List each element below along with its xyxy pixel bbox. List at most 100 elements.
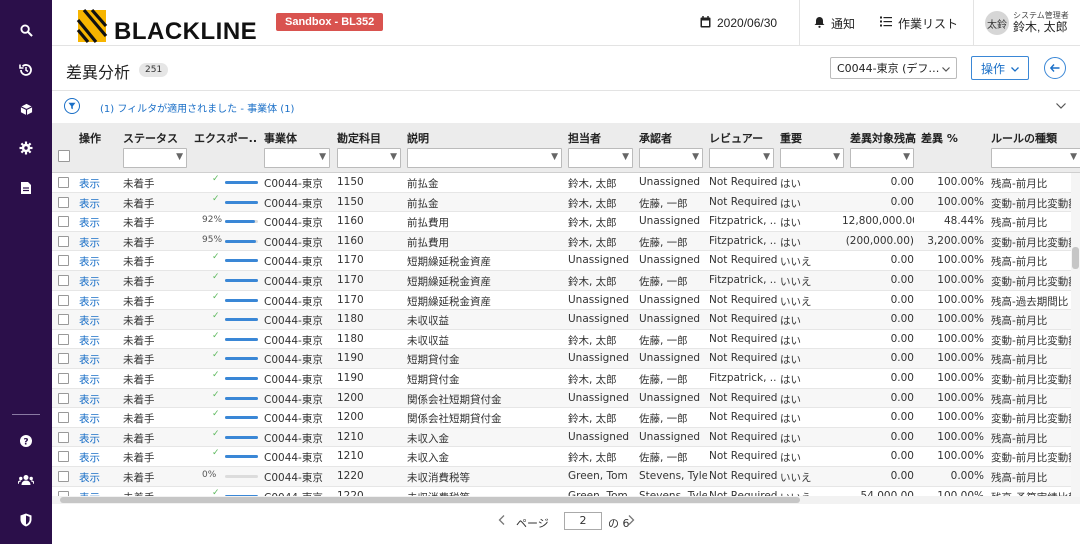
scrollbar-thumb[interactable] <box>1072 247 1079 269</box>
column-header-variance-pct[interactable]: 差異 % <box>921 130 958 146</box>
table-row[interactable]: 表示 未着手 C0044-東京 1160 前払費用 鈴木, 太郎 佐藤, 一郎 Fitzpat… <box>52 231 1080 252</box>
shield-icon[interactable] <box>0 508 52 532</box>
row-checkbox[interactable] <box>58 274 69 286</box>
user-menu[interactable]: 太鈴 システム管理者 鈴木, 太郎 <box>985 0 1069 46</box>
description-filter-input[interactable]: ▼ <box>407 148 562 168</box>
column-header-account[interactable]: 勘定科目 <box>337 130 381 146</box>
export-progress-bar <box>225 416 258 420</box>
task-list-button[interactable]: 作業リスト <box>880 0 958 46</box>
table-row[interactable]: 表示 未着手 C0044-東京 1190 短期貸付金 Unassigned Unassign… <box>52 349 1080 369</box>
horizontal-scrollbar[interactable] <box>52 496 1080 504</box>
search-icon[interactable] <box>0 18 52 42</box>
help-icon[interactable]: ? <box>0 429 52 453</box>
chevron-down-icon[interactable] <box>1056 99 1066 112</box>
approver-filter-input[interactable]: ▼ <box>639 148 703 168</box>
next-page-icon[interactable] <box>628 514 635 528</box>
page-number-input[interactable]: 2 <box>564 512 602 530</box>
view-link[interactable]: 表示 <box>79 196 119 211</box>
column-header-description[interactable]: 説明 <box>407 130 429 146</box>
row-checkbox[interactable] <box>58 431 69 443</box>
column-header-approver[interactable]: 承認者 <box>639 130 672 146</box>
column-header-material[interactable]: 重要 <box>780 130 802 146</box>
blackline-logo[interactable]: BLACKLINE <box>74 4 257 46</box>
table-row[interactable]: 表示 未着手 C0044-東京 1180 未収収益 Unassigned Unassigne… <box>52 310 1080 330</box>
row-checkbox[interactable] <box>58 255 69 267</box>
users-icon[interactable] <box>0 468 52 492</box>
table-row[interactable]: 表示未着手 C0044-東京 1220 未収消費税等 Green, Tom Stevens… <box>52 466 1080 487</box>
row-checkbox[interactable] <box>58 216 69 228</box>
table-row[interactable]: 表示 未着手 C0044-東京 1150 前払金 鈴木, 太郎 Unassigned Not … <box>52 173 1080 193</box>
view-link[interactable]: 表示 <box>79 274 119 289</box>
column-header-op[interactable]: 操作 <box>79 130 101 146</box>
row-checkbox[interactable] <box>58 451 69 463</box>
reviewer-filter-input[interactable]: ▼ <box>709 148 774 168</box>
row-checkbox[interactable] <box>58 470 69 482</box>
rule-type-filter-input[interactable]: ▼ <box>991 148 1080 168</box>
view-link[interactable]: 表示 <box>79 254 119 269</box>
column-header-owner[interactable]: 担当者 <box>568 130 601 146</box>
row-checkbox[interactable] <box>58 333 69 345</box>
balance-filter-input[interactable]: ▼ <box>850 148 914 168</box>
row-checkbox[interactable] <box>58 353 69 365</box>
table-row[interactable]: 表示 未着手 C0044-東京 1210 未収入金 Unassigned Unassigne… <box>52 427 1080 448</box>
row-checkbox[interactable] <box>58 177 69 188</box>
material-filter-input[interactable]: ▼ <box>780 148 844 168</box>
row-checkbox[interactable] <box>58 412 69 424</box>
table-row[interactable]: 表示 未着手 C0044-東京 1180 未収収益 鈴木, 太郎 佐藤, 一郎 Not Req… <box>52 330 1080 350</box>
previous-page-icon[interactable] <box>498 514 505 528</box>
operations-button[interactable]: 操作 <box>971 56 1029 80</box>
notifications-button[interactable]: 通知 <box>814 0 855 46</box>
view-link[interactable]: 表示 <box>79 235 119 250</box>
filter-summary-text[interactable]: (1) フィルタが適用されました - 事業体 (1) <box>100 100 294 115</box>
row-checkbox[interactable] <box>58 372 69 384</box>
table-row[interactable]: 表示 未着手 C0044-東京 1170 短期繰延税金資産 Unassigned Unass… <box>52 251 1080 271</box>
view-link[interactable]: 表示 <box>79 313 119 328</box>
select-all-checkbox[interactable] <box>58 150 70 162</box>
approver-cell: 佐藤, 一郎 <box>639 236 688 249</box>
filter-icon[interactable] <box>64 98 80 114</box>
table-row[interactable]: 表示 未着手 C0044-東京 1210 未収入金 鈴木, 太郎 佐藤, 一郎 Not Req… <box>52 447 1080 467</box>
entity-select[interactable]: C0044-東京 (デフ… <box>830 57 957 79</box>
view-link[interactable]: 表示 <box>79 294 119 309</box>
document-icon[interactable] <box>0 176 52 200</box>
view-link[interactable]: 表示 <box>79 470 119 485</box>
column-header-balance[interactable]: 差異対象残高 <box>850 130 916 146</box>
table-row[interactable]: 表示 未着手 C0044-東京 1200 関係会社短期貸付金 鈴木, 太郎 佐藤, 一郎 No… <box>52 408 1080 428</box>
row-checkbox[interactable] <box>58 196 69 208</box>
row-checkbox[interactable] <box>58 392 69 404</box>
account-filter-input[interactable]: ▼ <box>337 148 401 168</box>
view-link[interactable]: 表示 <box>79 431 119 446</box>
owner-filter-input[interactable]: ▼ <box>568 148 633 168</box>
vertical-scrollbar[interactable] <box>1071 173 1080 497</box>
view-link[interactable]: 表示 <box>79 352 119 367</box>
table-row[interactable]: 表示 未着手 C0044-東京 1200 関係会社短期貸付金 Unassigned Unas… <box>52 388 1080 409</box>
view-link[interactable]: 表示 <box>79 411 119 426</box>
row-checkbox[interactable] <box>58 235 69 247</box>
entity-filter-input[interactable]: ▼ <box>264 148 330 168</box>
row-checkbox[interactable] <box>58 294 69 306</box>
table-row[interactable]: 表示 未着手 C0044-東京 1190 短期貸付金 鈴木, 太郎 佐藤, 一郎 Fitzpa… <box>52 369 1080 389</box>
view-link[interactable]: 表示 <box>79 176 119 191</box>
view-link[interactable]: 表示 <box>79 333 119 348</box>
scrollbar-thumb[interactable] <box>60 497 800 503</box>
column-header-rule-type[interactable]: ルールの種類 <box>991 130 1057 146</box>
column-header-export[interactable]: エクスポー... <box>194 130 256 146</box>
column-header-reviewer[interactable]: レビュアー <box>709 130 763 146</box>
approver-cell: Unassigned <box>639 391 701 404</box>
view-link[interactable]: 表示 <box>79 372 119 387</box>
view-link[interactable]: 表示 <box>79 215 119 230</box>
column-header-entity[interactable]: 事業体 <box>264 130 297 146</box>
row-checkbox[interactable] <box>58 314 69 326</box>
back-button[interactable] <box>1044 57 1066 79</box>
table-row[interactable]: 表示 未着手 C0044-東京 1170 短期繰延税金資産 鈴木, 太郎 佐藤, 一郎 Fit… <box>52 270 1080 291</box>
history-icon[interactable] <box>0 58 52 82</box>
view-link[interactable]: 表示 <box>79 392 119 407</box>
gear-icon[interactable] <box>0 136 52 160</box>
table-row[interactable]: 表示 未着手 C0044-東京 1150 前払金 鈴木, 太郎 佐藤, 一郎 Not Requ… <box>52 192 1080 213</box>
table-row[interactable]: 表示 未着手 C0044-東京 1170 短期繰延税金資産 Unassigned Unass… <box>52 291 1080 311</box>
view-link[interactable]: 表示 <box>79 450 119 465</box>
table-row[interactable]: 表示 未着手 C0044-東京 1160 前払費用 鈴木, 太郎 Unassigned Fit… <box>52 212 1080 232</box>
status-filter-input[interactable]: ▼ <box>123 148 187 168</box>
cube-icon[interactable] <box>0 97 52 121</box>
column-header-status[interactable]: ステータス <box>123 130 178 146</box>
